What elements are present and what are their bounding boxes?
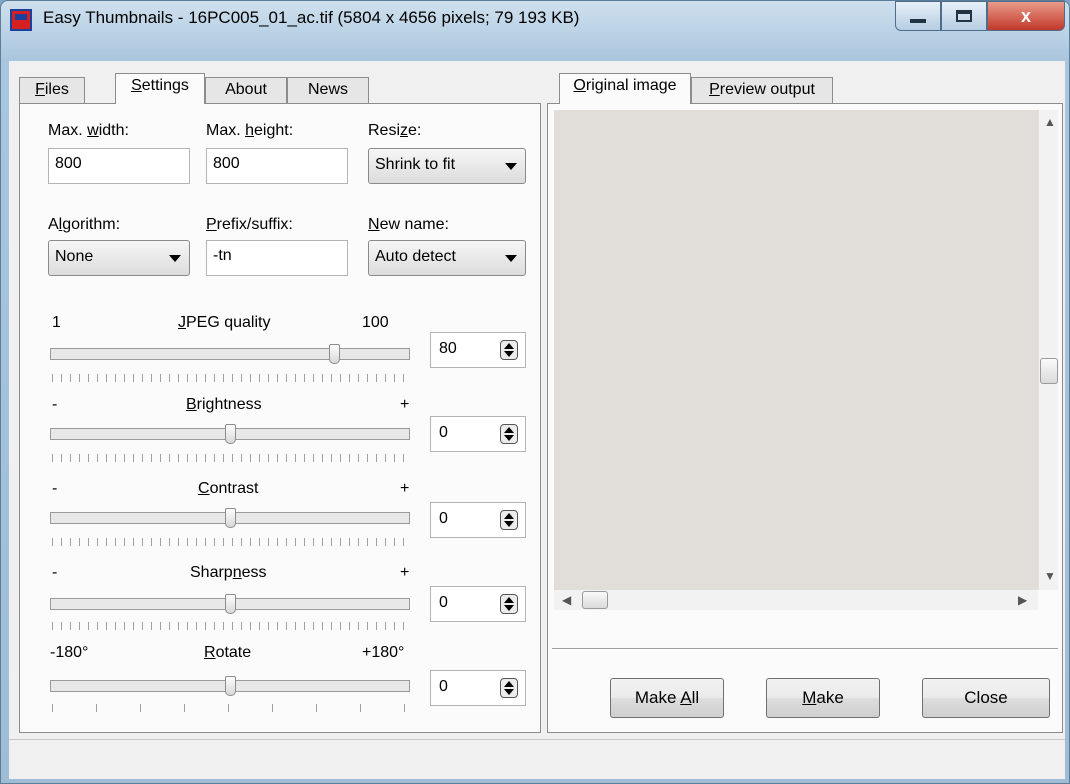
sharpness-ticks xyxy=(52,622,410,630)
sharpness-label: Sharpness xyxy=(190,564,267,581)
tab-preview-output[interactable]: Preview output xyxy=(691,77,833,103)
window-title: Easy Thumbnails - 16PC005_01_ac.tif (580… xyxy=(43,8,580,27)
sharpness-spinner[interactable]: 0 xyxy=(430,586,526,622)
make-button[interactable]: Make xyxy=(766,678,880,718)
vertical-scroll-thumb[interactable] xyxy=(1040,358,1058,384)
spin-arrows-icon[interactable] xyxy=(500,340,518,360)
spin-arrows-icon[interactable] xyxy=(500,424,518,444)
chevron-down-icon xyxy=(505,255,517,262)
status-bar xyxy=(9,739,1065,779)
scroll-right-icon[interactable]: ▶ xyxy=(1018,594,1027,606)
brightness-min-label: - xyxy=(52,396,58,413)
tab-original-image[interactable]: Original image xyxy=(559,73,691,104)
tab-about[interactable]: About xyxy=(205,77,287,103)
brightness-spinner[interactable]: 0 xyxy=(430,416,526,452)
vertical-scrollbar[interactable]: ▲ ▼ xyxy=(1038,110,1058,590)
sharpness-max-label: + xyxy=(400,564,410,581)
close-window-button[interactable]: x xyxy=(987,1,1065,31)
rotate-label: Rotate xyxy=(204,644,252,661)
minimize-button[interactable] xyxy=(895,1,941,31)
scroll-left-icon[interactable]: ◀ xyxy=(562,594,571,606)
resize-dropdown[interactable]: Shrink to fit xyxy=(368,148,526,184)
brightness-ticks xyxy=(52,454,410,462)
application-window: Easy Thumbnails - 16PC005_01_ac.tif (580… xyxy=(0,0,1070,784)
chevron-down-icon xyxy=(505,163,517,170)
brightness-label: Brightness xyxy=(186,396,262,413)
spin-arrows-icon[interactable] xyxy=(500,510,518,530)
scroll-down-icon[interactable]: ▼ xyxy=(1044,570,1056,582)
tab-files[interactable]: Files xyxy=(19,77,85,103)
original-image-view[interactable] xyxy=(554,110,1038,590)
maximize-button[interactable] xyxy=(941,1,987,31)
brightness-max-label: + xyxy=(400,396,410,413)
scroll-up-icon[interactable]: ▲ xyxy=(1044,116,1056,128)
new-name-dropdown[interactable]: Auto detect xyxy=(368,240,526,276)
rotate-min-label: -180° xyxy=(50,644,89,661)
max-height-label: Max. height: xyxy=(206,122,294,139)
contrast-min-label: - xyxy=(52,480,58,497)
jpeg-min-label: 1 xyxy=(52,314,61,331)
horizontal-scroll-thumb[interactable] xyxy=(582,591,608,609)
jpeg-quality-slider-thumb[interactable] xyxy=(329,344,340,364)
image-panel: ▲ ▼ ◀ ▶ Make All Make Close xyxy=(547,103,1063,733)
prefix-suffix-input[interactable]: -tn xyxy=(206,240,348,276)
make-all-button[interactable]: Make All xyxy=(610,678,724,718)
tab-news[interactable]: News xyxy=(287,77,369,103)
jpeg-quality-spinner[interactable]: 80 xyxy=(430,332,526,368)
max-width-input[interactable]: 800 xyxy=(48,148,190,184)
sharpness-min-label: - xyxy=(52,564,58,581)
max-width-label: Max. width: xyxy=(48,122,129,139)
contrast-max-label: + xyxy=(400,480,410,497)
sharpness-slider-thumb[interactable] xyxy=(225,594,236,614)
settings-panel: Max. width: Max. height: Resize: 800 800… xyxy=(19,103,541,733)
jpeg-quality-label: JPEG quality xyxy=(178,314,271,331)
algorithm-dropdown[interactable]: None xyxy=(48,240,190,276)
title-bar[interactable]: Easy Thumbnails - 16PC005_01_ac.tif (580… xyxy=(1,1,1069,61)
max-height-input[interactable]: 800 xyxy=(206,148,348,184)
spin-arrows-icon[interactable] xyxy=(500,594,518,614)
contrast-ticks xyxy=(52,538,410,546)
jpeg-quality-slider-track[interactable] xyxy=(50,348,410,360)
tab-settings[interactable]: Settings xyxy=(115,73,205,104)
rotate-slider-thumb[interactable] xyxy=(225,676,236,696)
separator xyxy=(552,648,1058,650)
close-icon: x xyxy=(1020,5,1031,26)
contrast-slider-thumb[interactable] xyxy=(225,508,236,528)
minimize-icon xyxy=(910,19,926,23)
resize-label: Resize: xyxy=(368,122,422,139)
spin-arrows-icon[interactable] xyxy=(500,678,518,698)
app-icon[interactable] xyxy=(10,9,32,31)
maximize-icon xyxy=(956,10,972,22)
brightness-slider-thumb[interactable] xyxy=(225,424,236,444)
rotate-max-label: +180° xyxy=(362,644,405,661)
close-button[interactable]: Close xyxy=(922,678,1050,718)
prefix-suffix-label: Prefix/suffix: xyxy=(206,216,293,233)
jpeg-quality-ticks xyxy=(52,374,410,382)
contrast-label: Contrast xyxy=(198,480,259,497)
chevron-down-icon xyxy=(169,255,181,262)
rotate-ticks xyxy=(52,704,410,712)
client-area: Files Settings About News Max. width: Ma… xyxy=(9,61,1065,779)
contrast-spinner[interactable]: 0 xyxy=(430,502,526,538)
horizontal-scrollbar[interactable]: ◀ ▶ xyxy=(554,590,1038,610)
new-name-label: New name: xyxy=(368,216,449,233)
rotate-spinner[interactable]: 0 xyxy=(430,670,526,706)
algorithm-label: Algorithm: xyxy=(48,216,121,233)
jpeg-max-label: 100 xyxy=(362,314,389,331)
